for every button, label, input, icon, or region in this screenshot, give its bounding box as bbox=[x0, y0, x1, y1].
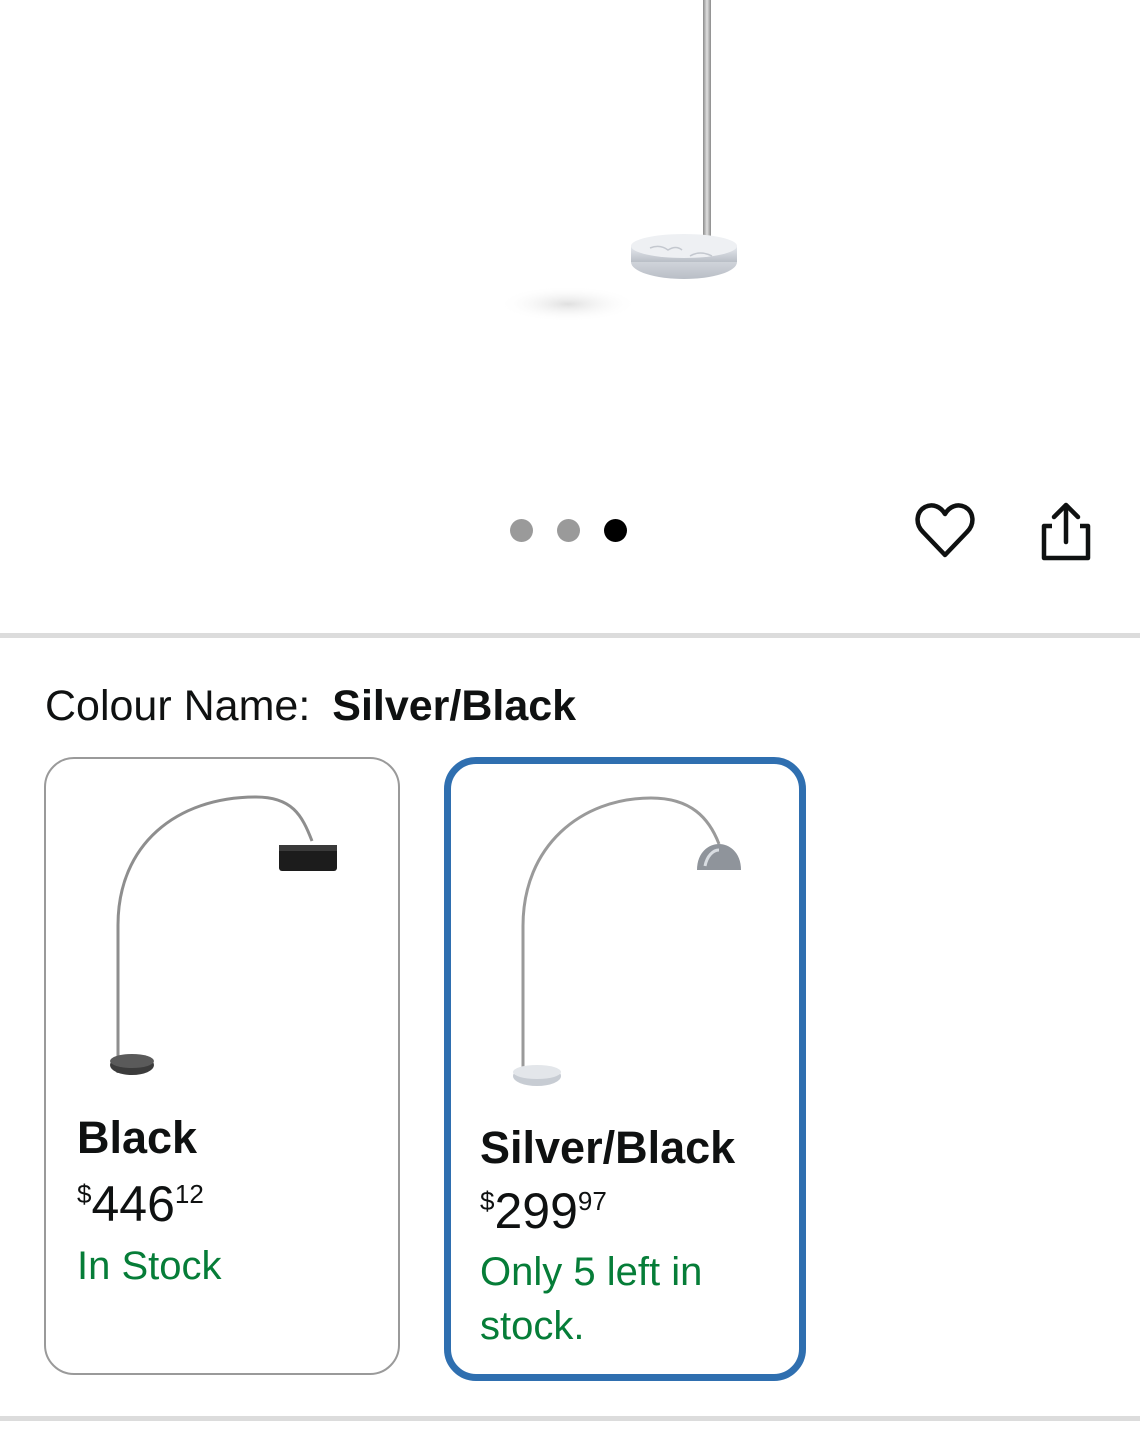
carousel-indicator[interactable] bbox=[510, 519, 627, 542]
lamp-base-image bbox=[498, 0, 737, 322]
price-fraction: 97 bbox=[577, 1186, 607, 1216]
share-icon bbox=[1041, 502, 1091, 561]
black-lamp-thumbnail bbox=[110, 795, 337, 1075]
colour-option-silver-black[interactable]: Silver/Black $29997 Only 5 left in stock… bbox=[444, 757, 806, 1381]
colour-option-black[interactable]: Black $44612 In Stock bbox=[44, 757, 400, 1375]
colour-name-row: Colour Name: Silver/Black bbox=[45, 680, 576, 732]
colour-name-label: Colour Name: bbox=[45, 682, 311, 730]
option-name: Silver/Black bbox=[480, 1122, 736, 1173]
price-currency: $ bbox=[480, 1186, 495, 1216]
carousel-dot-2[interactable] bbox=[557, 519, 580, 542]
carousel-dot-1[interactable] bbox=[510, 519, 533, 542]
silver-lamp-thumbnail bbox=[513, 796, 741, 1086]
price-whole: 299 bbox=[494, 1183, 578, 1239]
section-divider bbox=[0, 633, 1140, 638]
carousel-dot-3[interactable] bbox=[604, 519, 627, 542]
price-currency: $ bbox=[77, 1179, 92, 1209]
option-name: Black bbox=[77, 1112, 198, 1163]
product-image[interactable] bbox=[0, 0, 1140, 480]
price-whole: 446 bbox=[91, 1176, 175, 1232]
wishlist-button[interactable] bbox=[910, 496, 980, 566]
stock-status: In Stock bbox=[77, 1244, 222, 1288]
stock-status: Only 5 left in stock. bbox=[480, 1250, 703, 1348]
share-button[interactable] bbox=[1028, 496, 1098, 566]
section-divider bbox=[0, 1416, 1140, 1421]
colour-name-value: Silver/Black bbox=[332, 682, 577, 730]
heart-icon bbox=[915, 503, 975, 558]
option-price: $29997 bbox=[480, 1186, 607, 1236]
price-fraction: 12 bbox=[174, 1179, 204, 1209]
option-price: $44612 bbox=[77, 1179, 204, 1229]
